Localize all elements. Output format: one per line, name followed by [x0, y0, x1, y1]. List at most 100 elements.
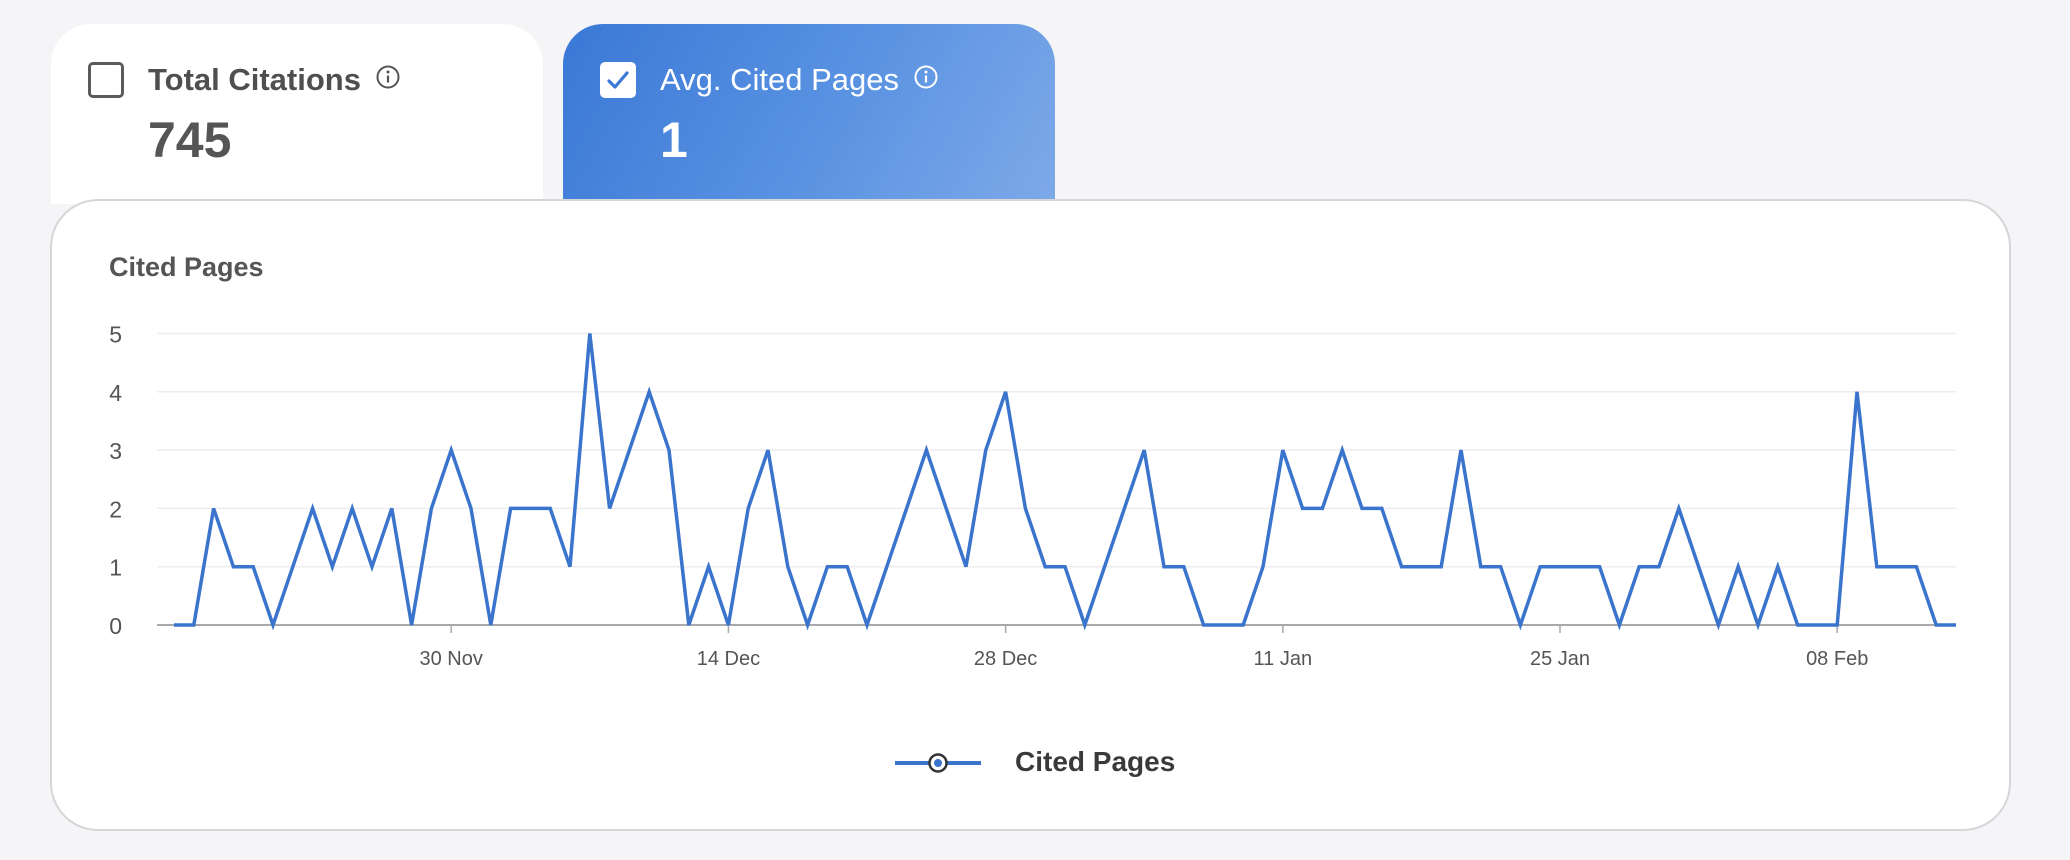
data-point[interactable] — [744, 504, 752, 512]
data-point[interactable] — [1239, 621, 1247, 629]
data-point[interactable] — [1873, 563, 1881, 571]
data-point[interactable] — [546, 504, 554, 512]
x-tick-label: 08 Feb — [1806, 648, 1868, 670]
data-point[interactable] — [1794, 621, 1802, 629]
data-point[interactable] — [1497, 563, 1505, 571]
data-point[interactable] — [883, 563, 891, 571]
data-point[interactable] — [328, 563, 336, 571]
data-point[interactable] — [1338, 446, 1346, 454]
data-point[interactable] — [1378, 504, 1386, 512]
data-point[interactable] — [1615, 621, 1623, 629]
data-point[interactable] — [1912, 563, 1920, 571]
data-point[interactable] — [388, 504, 396, 512]
data-point[interactable] — [1120, 504, 1128, 512]
data-point[interactable] — [1477, 563, 1485, 571]
data-point[interactable] — [1101, 563, 1109, 571]
legend-marker-icon[interactable] — [893, 744, 983, 784]
data-point[interactable] — [942, 504, 950, 512]
data-point[interactable] — [1754, 621, 1762, 629]
data-point[interactable] — [1675, 504, 1683, 512]
data-point[interactable] — [685, 621, 693, 629]
data-point[interactable] — [467, 504, 475, 512]
y-tick-label: 2 — [109, 496, 122, 522]
data-point[interactable] — [586, 330, 594, 338]
data-point[interactable] — [962, 563, 970, 571]
data-point[interactable] — [1140, 446, 1148, 454]
data-point[interactable] — [1259, 563, 1267, 571]
y-tick-label: 1 — [109, 555, 122, 581]
data-point[interactable] — [1576, 563, 1584, 571]
data-point[interactable] — [447, 446, 455, 454]
data-point[interactable] — [863, 621, 871, 629]
data-point[interactable] — [1180, 563, 1188, 571]
data-point[interactable] — [1160, 563, 1168, 571]
data-point[interactable] — [1279, 446, 1287, 454]
data-point[interactable] — [368, 563, 376, 571]
data-point[interactable] — [705, 563, 713, 571]
data-point[interactable] — [804, 621, 812, 629]
data-point[interactable] — [1932, 621, 1940, 629]
data-point[interactable] — [1299, 504, 1307, 512]
data-point[interactable] — [1200, 621, 1208, 629]
data-point[interactable] — [724, 621, 732, 629]
data-point[interactable] — [843, 563, 851, 571]
data-point[interactable] — [1061, 563, 1069, 571]
data-point[interactable] — [1516, 621, 1524, 629]
data-point[interactable] — [1952, 621, 1960, 629]
x-tick-label: 30 Nov — [420, 648, 483, 670]
data-point[interactable] — [427, 504, 435, 512]
data-point[interactable] — [665, 446, 673, 454]
data-point[interactable] — [784, 563, 792, 571]
data-point[interactable] — [823, 563, 831, 571]
data-point[interactable] — [1734, 563, 1742, 571]
data-point[interactable] — [1853, 388, 1861, 396]
data-point[interactable] — [764, 446, 772, 454]
data-point[interactable] — [1813, 621, 1821, 629]
data-point[interactable] — [348, 504, 356, 512]
data-point[interactable] — [190, 621, 198, 629]
data-point[interactable] — [289, 563, 297, 571]
data-point[interactable] — [1833, 621, 1841, 629]
data-point[interactable] — [1536, 563, 1544, 571]
data-point[interactable] — [1714, 621, 1722, 629]
data-point[interactable] — [903, 504, 911, 512]
data-point[interactable] — [1417, 563, 1425, 571]
data-point[interactable] — [606, 504, 614, 512]
data-point[interactable] — [1318, 504, 1326, 512]
data-point[interactable] — [249, 563, 257, 571]
data-point[interactable] — [1596, 563, 1604, 571]
data-point[interactable] — [1002, 388, 1010, 396]
data-point[interactable] — [526, 504, 534, 512]
data-point[interactable] — [1635, 563, 1643, 571]
data-point[interactable] — [1219, 621, 1227, 629]
data-point[interactable] — [566, 563, 574, 571]
data-point[interactable] — [625, 446, 633, 454]
data-point[interactable] — [922, 446, 930, 454]
data-point[interactable] — [507, 504, 515, 512]
data-point[interactable] — [645, 388, 653, 396]
y-tick-label: 0 — [109, 613, 122, 639]
x-tick-label: 25 Jan — [1530, 648, 1590, 670]
data-point[interactable] — [1021, 504, 1029, 512]
data-point[interactable] — [170, 621, 178, 629]
legend-label-cited-pages[interactable]: Cited Pages — [1015, 746, 1175, 778]
data-point[interactable] — [1041, 563, 1049, 571]
data-point[interactable] — [1893, 563, 1901, 571]
data-point[interactable] — [1695, 563, 1703, 571]
data-point[interactable] — [1437, 563, 1445, 571]
data-point[interactable] — [1081, 621, 1089, 629]
data-point[interactable] — [269, 621, 277, 629]
data-point[interactable] — [487, 621, 495, 629]
data-point[interactable] — [1398, 563, 1406, 571]
data-point[interactable] — [210, 504, 218, 512]
data-point[interactable] — [1774, 563, 1782, 571]
data-point[interactable] — [408, 621, 416, 629]
data-point[interactable] — [229, 563, 237, 571]
data-point[interactable] — [309, 504, 317, 512]
data-point[interactable] — [982, 446, 990, 454]
data-point[interactable] — [1358, 504, 1366, 512]
data-point[interactable] — [1655, 563, 1663, 571]
data-point[interactable] — [1556, 563, 1564, 571]
data-point[interactable] — [1457, 446, 1465, 454]
series-line-cited-pages[interactable] — [174, 333, 1956, 631]
